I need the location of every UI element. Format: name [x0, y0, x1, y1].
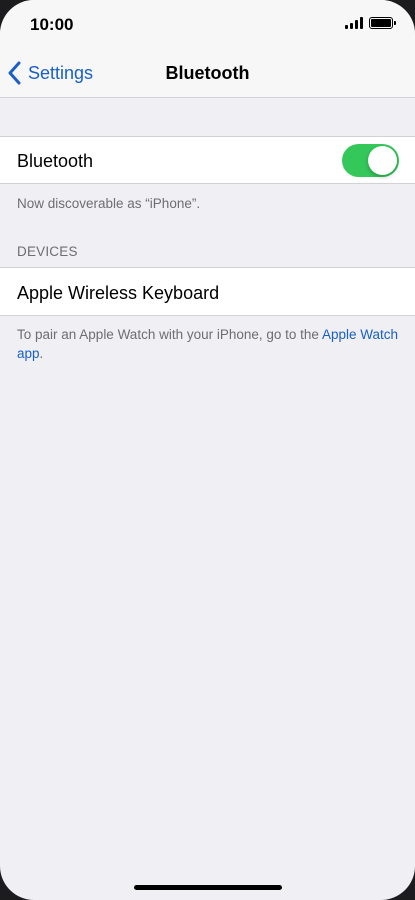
pair-note-text: To pair an Apple Watch with your iPhone,…: [17, 327, 322, 342]
device-screen: 10:00 Settings Bluetooth Bluetooth Now d…: [0, 0, 415, 900]
toggle-knob: [368, 146, 397, 175]
device-name: Apple Wireless Keyboard: [17, 283, 220, 303]
status-bar: 10:00: [0, 0, 415, 48]
bluetooth-toggle[interactable]: [342, 144, 399, 177]
device-item-apple-wireless-keyboard[interactable]: Apple Wireless Keyboard: [0, 267, 415, 316]
status-time: 10:00: [30, 15, 74, 34]
pair-note-suffix: .: [39, 346, 44, 361]
status-icons: [345, 17, 396, 29]
battery-icon: [369, 17, 396, 29]
navigation-bar: Settings Bluetooth: [0, 48, 415, 98]
bluetooth-row: Bluetooth: [0, 136, 415, 184]
home-indicator[interactable]: [134, 885, 282, 890]
discoverable-text: Now discoverable as “iPhone”.: [17, 196, 201, 211]
bluetooth-label: Bluetooth: [17, 151, 94, 171]
cellular-signal-icon: [345, 17, 363, 29]
devices-header: DEVICES: [17, 244, 78, 259]
pair-apple-watch-note: To pair an Apple Watch with your iPhone,…: [17, 325, 402, 363]
page-title: Bluetooth: [165, 63, 250, 83]
